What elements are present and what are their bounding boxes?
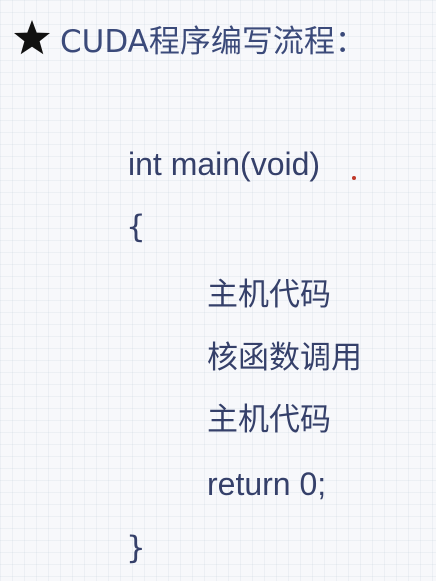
slide: CUDA程序编写流程： int main(void) { 主机代码 核函数调用 …	[0, 0, 436, 581]
code-line-kernel-call: 核函数调用	[207, 340, 362, 376]
code-line-close-brace: }	[126, 530, 146, 566]
title-text: CUDA程序编写流程：	[60, 23, 366, 60]
code-line-open-brace: {	[126, 209, 146, 245]
code-line-return: return 0;	[207, 466, 327, 502]
code-line-host-code-2: 主机代码	[207, 402, 331, 438]
pointer-dot	[352, 176, 356, 180]
code-line-host-code-1: 主机代码	[207, 277, 331, 313]
code-line-main-signature: int main(void)	[128, 146, 321, 182]
slide-title: CUDA程序编写流程：	[12, 14, 366, 62]
star-icon	[12, 18, 52, 58]
